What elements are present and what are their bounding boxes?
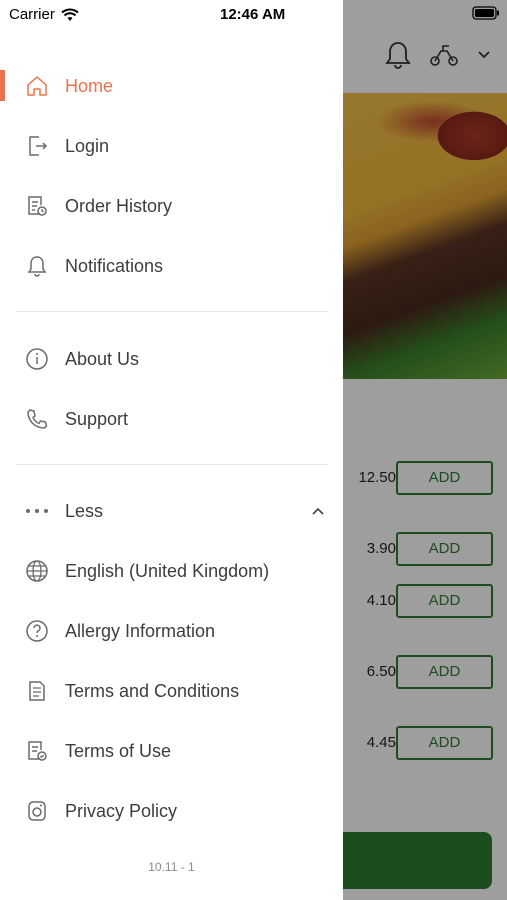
menu-item-label: Less xyxy=(65,500,104,521)
menu-item-label: Login xyxy=(65,135,110,156)
home-icon xyxy=(25,74,49,98)
menu-toggle-less[interactable]: Less xyxy=(0,481,343,541)
menu-item-label: Notifications xyxy=(65,255,164,276)
menu-item-privacy-policy[interactable]: Privacy Policy xyxy=(0,781,343,841)
menu-item-label: Allergy Information xyxy=(65,620,216,641)
divider xyxy=(16,311,328,312)
globe-icon xyxy=(25,559,49,583)
carrier-group: Carrier xyxy=(9,6,79,23)
menu-item-label: Order History xyxy=(65,195,173,216)
menu-item-label: Terms of Use xyxy=(65,740,172,761)
menu-item-label: About Us xyxy=(65,348,140,369)
bell-icon xyxy=(25,254,49,278)
wifi-icon xyxy=(61,8,79,22)
info-icon xyxy=(25,347,49,371)
menu-item-label: English (United Kingdom) xyxy=(65,560,270,581)
menu-item-login[interactable]: Login xyxy=(0,116,343,176)
question-icon xyxy=(25,619,49,643)
app-version: 10.11 - 1 xyxy=(148,860,195,874)
document-check-icon xyxy=(25,739,49,763)
status-time: 12:46 AM xyxy=(220,6,286,23)
side-drawer: Carrier 12:46 AM Home Login Order Histor… xyxy=(0,0,343,900)
phone-icon xyxy=(25,407,49,431)
menu-item-about-us[interactable]: About Us xyxy=(0,329,343,389)
menu-item-support[interactable]: Support xyxy=(0,389,343,449)
menu-item-terms-of-use[interactable]: Terms of Use xyxy=(0,721,343,781)
battery-icon xyxy=(472,6,500,20)
menu-item-order-history[interactable]: Order History xyxy=(0,176,343,236)
menu-item-language[interactable]: English (United Kingdom) xyxy=(0,541,343,601)
order-history-icon xyxy=(25,194,49,218)
menu-item-label: Privacy Policy xyxy=(65,800,178,821)
document-icon xyxy=(25,679,49,703)
menu-item-home[interactable]: Home xyxy=(0,56,343,116)
carrier-label: Carrier xyxy=(9,6,55,23)
menu-item-label: Support xyxy=(65,408,129,429)
privacy-icon xyxy=(25,799,49,823)
menu-item-label: Terms and Conditions xyxy=(65,680,240,701)
status-bar: Carrier 12:46 AM xyxy=(0,0,343,28)
menu-item-terms-and-conditions[interactable]: Terms and Conditions xyxy=(0,661,343,721)
login-icon xyxy=(25,134,49,158)
menu-item-allergy-information[interactable]: Allergy Information xyxy=(0,601,343,661)
more-dots-icon xyxy=(25,499,49,523)
menu-item-label: Home xyxy=(65,75,114,96)
menu-item-notifications[interactable]: Notifications xyxy=(0,236,343,296)
chevron-up-icon xyxy=(311,506,325,516)
divider xyxy=(16,464,328,465)
